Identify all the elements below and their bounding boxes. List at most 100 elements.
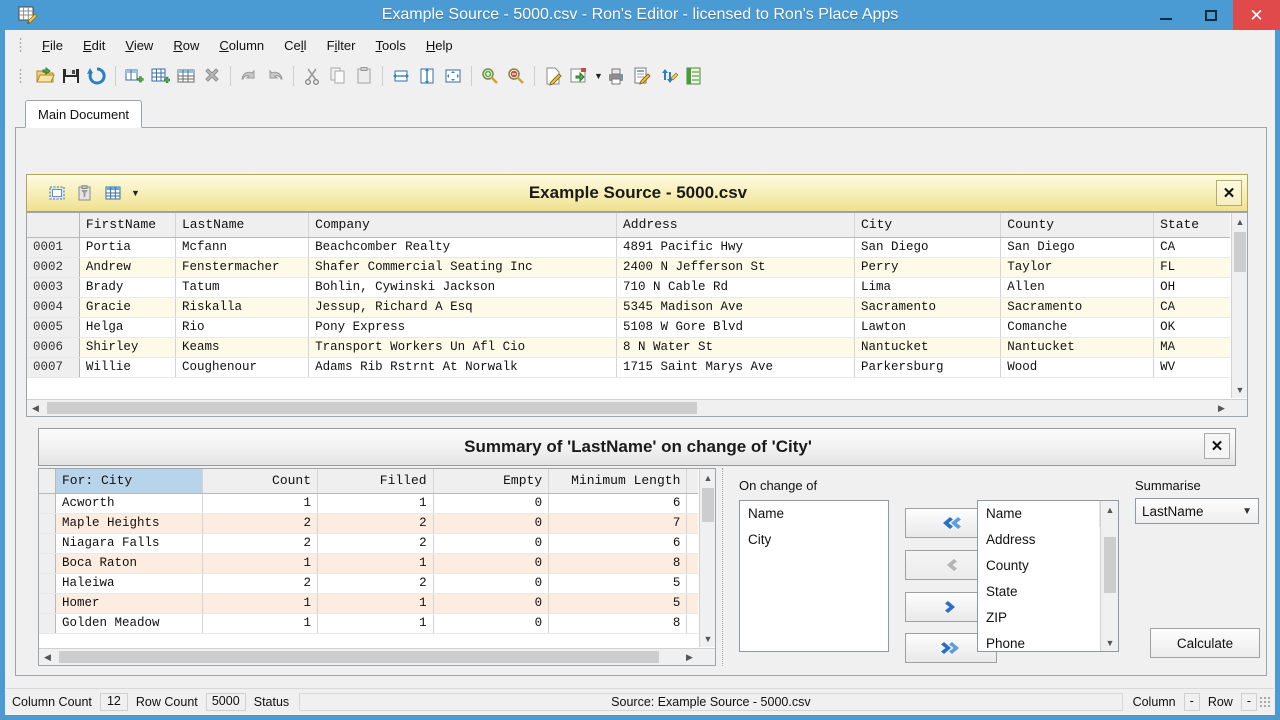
table-cell[interactable]: 1 [202, 493, 318, 513]
copy-icon[interactable] [325, 63, 351, 89]
table-cell[interactable]: CA [1154, 297, 1230, 317]
table-cell[interactable]: Perry [854, 257, 1000, 277]
undo-icon[interactable] [236, 63, 262, 89]
table-cell[interactable]: 1715 Saint Marys Ave [617, 357, 855, 377]
table-cell[interactable]: San Diego [1001, 237, 1154, 257]
table-cell[interactable]: Shirley [79, 337, 175, 357]
horizontal-scroll-thumb[interactable] [59, 651, 659, 663]
scroll-up-icon[interactable]: ▲ [1232, 213, 1248, 230]
table-row[interactable]: 0002AndrewFenstermacherShafer Commercial… [27, 257, 1230, 277]
table-cell[interactable]: 1 [318, 553, 434, 573]
table-cell[interactable]: Boca Raton [56, 553, 203, 573]
table-cell[interactable]: OK [1154, 317, 1230, 337]
table-cell[interactable]: Tatum [175, 277, 308, 297]
table-cell[interactable]: Nantucket [1001, 337, 1154, 357]
maximize-button[interactable] [1188, 0, 1233, 30]
table-cell[interactable]: 0 [433, 493, 549, 513]
row-number[interactable]: 0001 [27, 237, 79, 257]
table-cell[interactable]: Niagara Falls [56, 533, 203, 553]
row-number[interactable]: 0003 [27, 277, 79, 297]
print-icon[interactable] [603, 63, 629, 89]
table-cell[interactable]: Sacramento [854, 297, 1000, 317]
menu-grip[interactable] [19, 37, 22, 53]
refresh-icon[interactable] [84, 63, 110, 89]
table-cell[interactable]: 1 [318, 593, 434, 613]
table-cell[interactable]: Comanche [1001, 317, 1154, 337]
summary-column-header[interactable]: Empty [433, 469, 549, 493]
scroll-down-icon[interactable]: ▼ [700, 630, 716, 647]
zoom-in-icon[interactable] [477, 63, 503, 89]
data-grid-column-header[interactable]: City [854, 213, 1000, 237]
delete-icon[interactable] [199, 63, 225, 89]
table-cell[interactable]: 6 [549, 533, 687, 553]
table-cell[interactable]: 2 [202, 533, 318, 553]
table-cell[interactable]: Willie [79, 357, 175, 377]
menu-cell[interactable]: Cell [274, 34, 316, 57]
table-cell[interactable]: Taylor [1001, 257, 1154, 277]
table-cell[interactable]: 0 [433, 573, 549, 593]
list-item[interactable]: State [978, 579, 1100, 605]
table-cell[interactable]: 1 [202, 553, 318, 573]
table-cell[interactable]: Brady [79, 277, 175, 297]
table-cell[interactable]: Keams [175, 337, 308, 357]
summary-column-header[interactable]: Filled [318, 469, 434, 493]
table-cell[interactable]: Haleiwa [56, 573, 203, 593]
table-cell[interactable]: 0 [433, 553, 549, 573]
table-cell[interactable]: Andrew [79, 257, 175, 277]
menu-tools[interactable]: Tools [365, 34, 415, 57]
cut-icon[interactable] [299, 63, 325, 89]
data-grid-horizontal-scrollbar[interactable]: ◀ ▶ [27, 399, 1247, 416]
tab-main-document[interactable]: Main Document [25, 100, 142, 128]
data-grid-column-header[interactable]: FirstName [79, 213, 175, 237]
excel-icon[interactable] [681, 63, 707, 89]
toolbar-grip[interactable] [19, 68, 22, 84]
summarise-select[interactable]: LastName ▼ [1135, 498, 1259, 524]
paste-icon[interactable] [351, 63, 377, 89]
table-cell[interactable]: Jessup, Richard A Esq [309, 297, 617, 317]
table-row[interactable]: 0006ShirleyKeamsTransport Workers Un Afl… [27, 337, 1230, 357]
menu-column[interactable]: Column [209, 34, 274, 57]
table-cell[interactable]: Pony Express [309, 317, 617, 337]
data-grid-column-header[interactable]: State [1154, 213, 1230, 237]
table-row[interactable]: 0001PortiaMcfannBeachcomber Realty4891 P… [27, 237, 1230, 257]
data-grid-column-header[interactable] [27, 213, 79, 237]
table-cell[interactable]: Acworth [56, 493, 203, 513]
list-item[interactable]: ZIP [978, 605, 1100, 631]
list-item[interactable]: City [740, 527, 888, 553]
table-cell[interactable]: 2400 N Jefferson St [617, 257, 855, 277]
table-row[interactable]: Golden Meadow1108 [39, 613, 698, 633]
fit-all-icon[interactable] [440, 63, 466, 89]
close-button[interactable]: ✕ [1233, 0, 1280, 30]
table-cell[interactable]: Lima [854, 277, 1000, 297]
vertical-scroll-thumb[interactable] [702, 488, 714, 522]
table-cell[interactable]: 8 N Water St [617, 337, 855, 357]
table-cell[interactable]: Mcfann [175, 237, 308, 257]
grid-view-dropdown-caret[interactable]: ▼ [131, 188, 140, 198]
table-cell[interactable]: Portia [79, 237, 175, 257]
table-cell[interactable]: 2 [202, 573, 318, 593]
table-row[interactable]: Boca Raton1108 [39, 553, 698, 573]
table-row[interactable]: 0003BradyTatumBohlin, Cywinski Jackson71… [27, 277, 1230, 297]
horizontal-scroll-thumb[interactable] [47, 402, 697, 414]
table-cell[interactable]: 710 N Cable Rd [617, 277, 855, 297]
table-row[interactable]: 0005HelgaRioPony Express5108 W Gore Blvd… [27, 317, 1230, 337]
calculate-button[interactable]: Calculate [1150, 628, 1260, 658]
table-cell[interactable] [687, 573, 698, 593]
table-row[interactable]: Acworth1106 [39, 493, 698, 513]
table-cell[interactable]: WV [1154, 357, 1230, 377]
table-cell[interactable]: 0 [433, 613, 549, 633]
table-cell[interactable]: 8 [549, 613, 687, 633]
table-cell[interactable]: 0 [433, 593, 549, 613]
summary-grid[interactable]: For: CityCountFilledEmptyMinimum LengthM… [38, 468, 716, 666]
list-item[interactable]: County [978, 553, 1100, 579]
scroll-up-icon[interactable]: ▲ [700, 469, 716, 486]
open-file-icon[interactable] [32, 63, 58, 89]
row-number[interactable]: 0006 [27, 337, 79, 357]
table-cell[interactable] [687, 493, 698, 513]
save-file-icon[interactable] [58, 63, 84, 89]
insert-column-icon[interactable] [121, 63, 147, 89]
scroll-down-icon[interactable]: ▼ [1101, 634, 1119, 651]
redo-icon[interactable] [262, 63, 288, 89]
on-change-of-listbox[interactable]: NameCity [739, 500, 889, 652]
table-cell[interactable]: 4891 Pacific Hwy [617, 237, 855, 257]
